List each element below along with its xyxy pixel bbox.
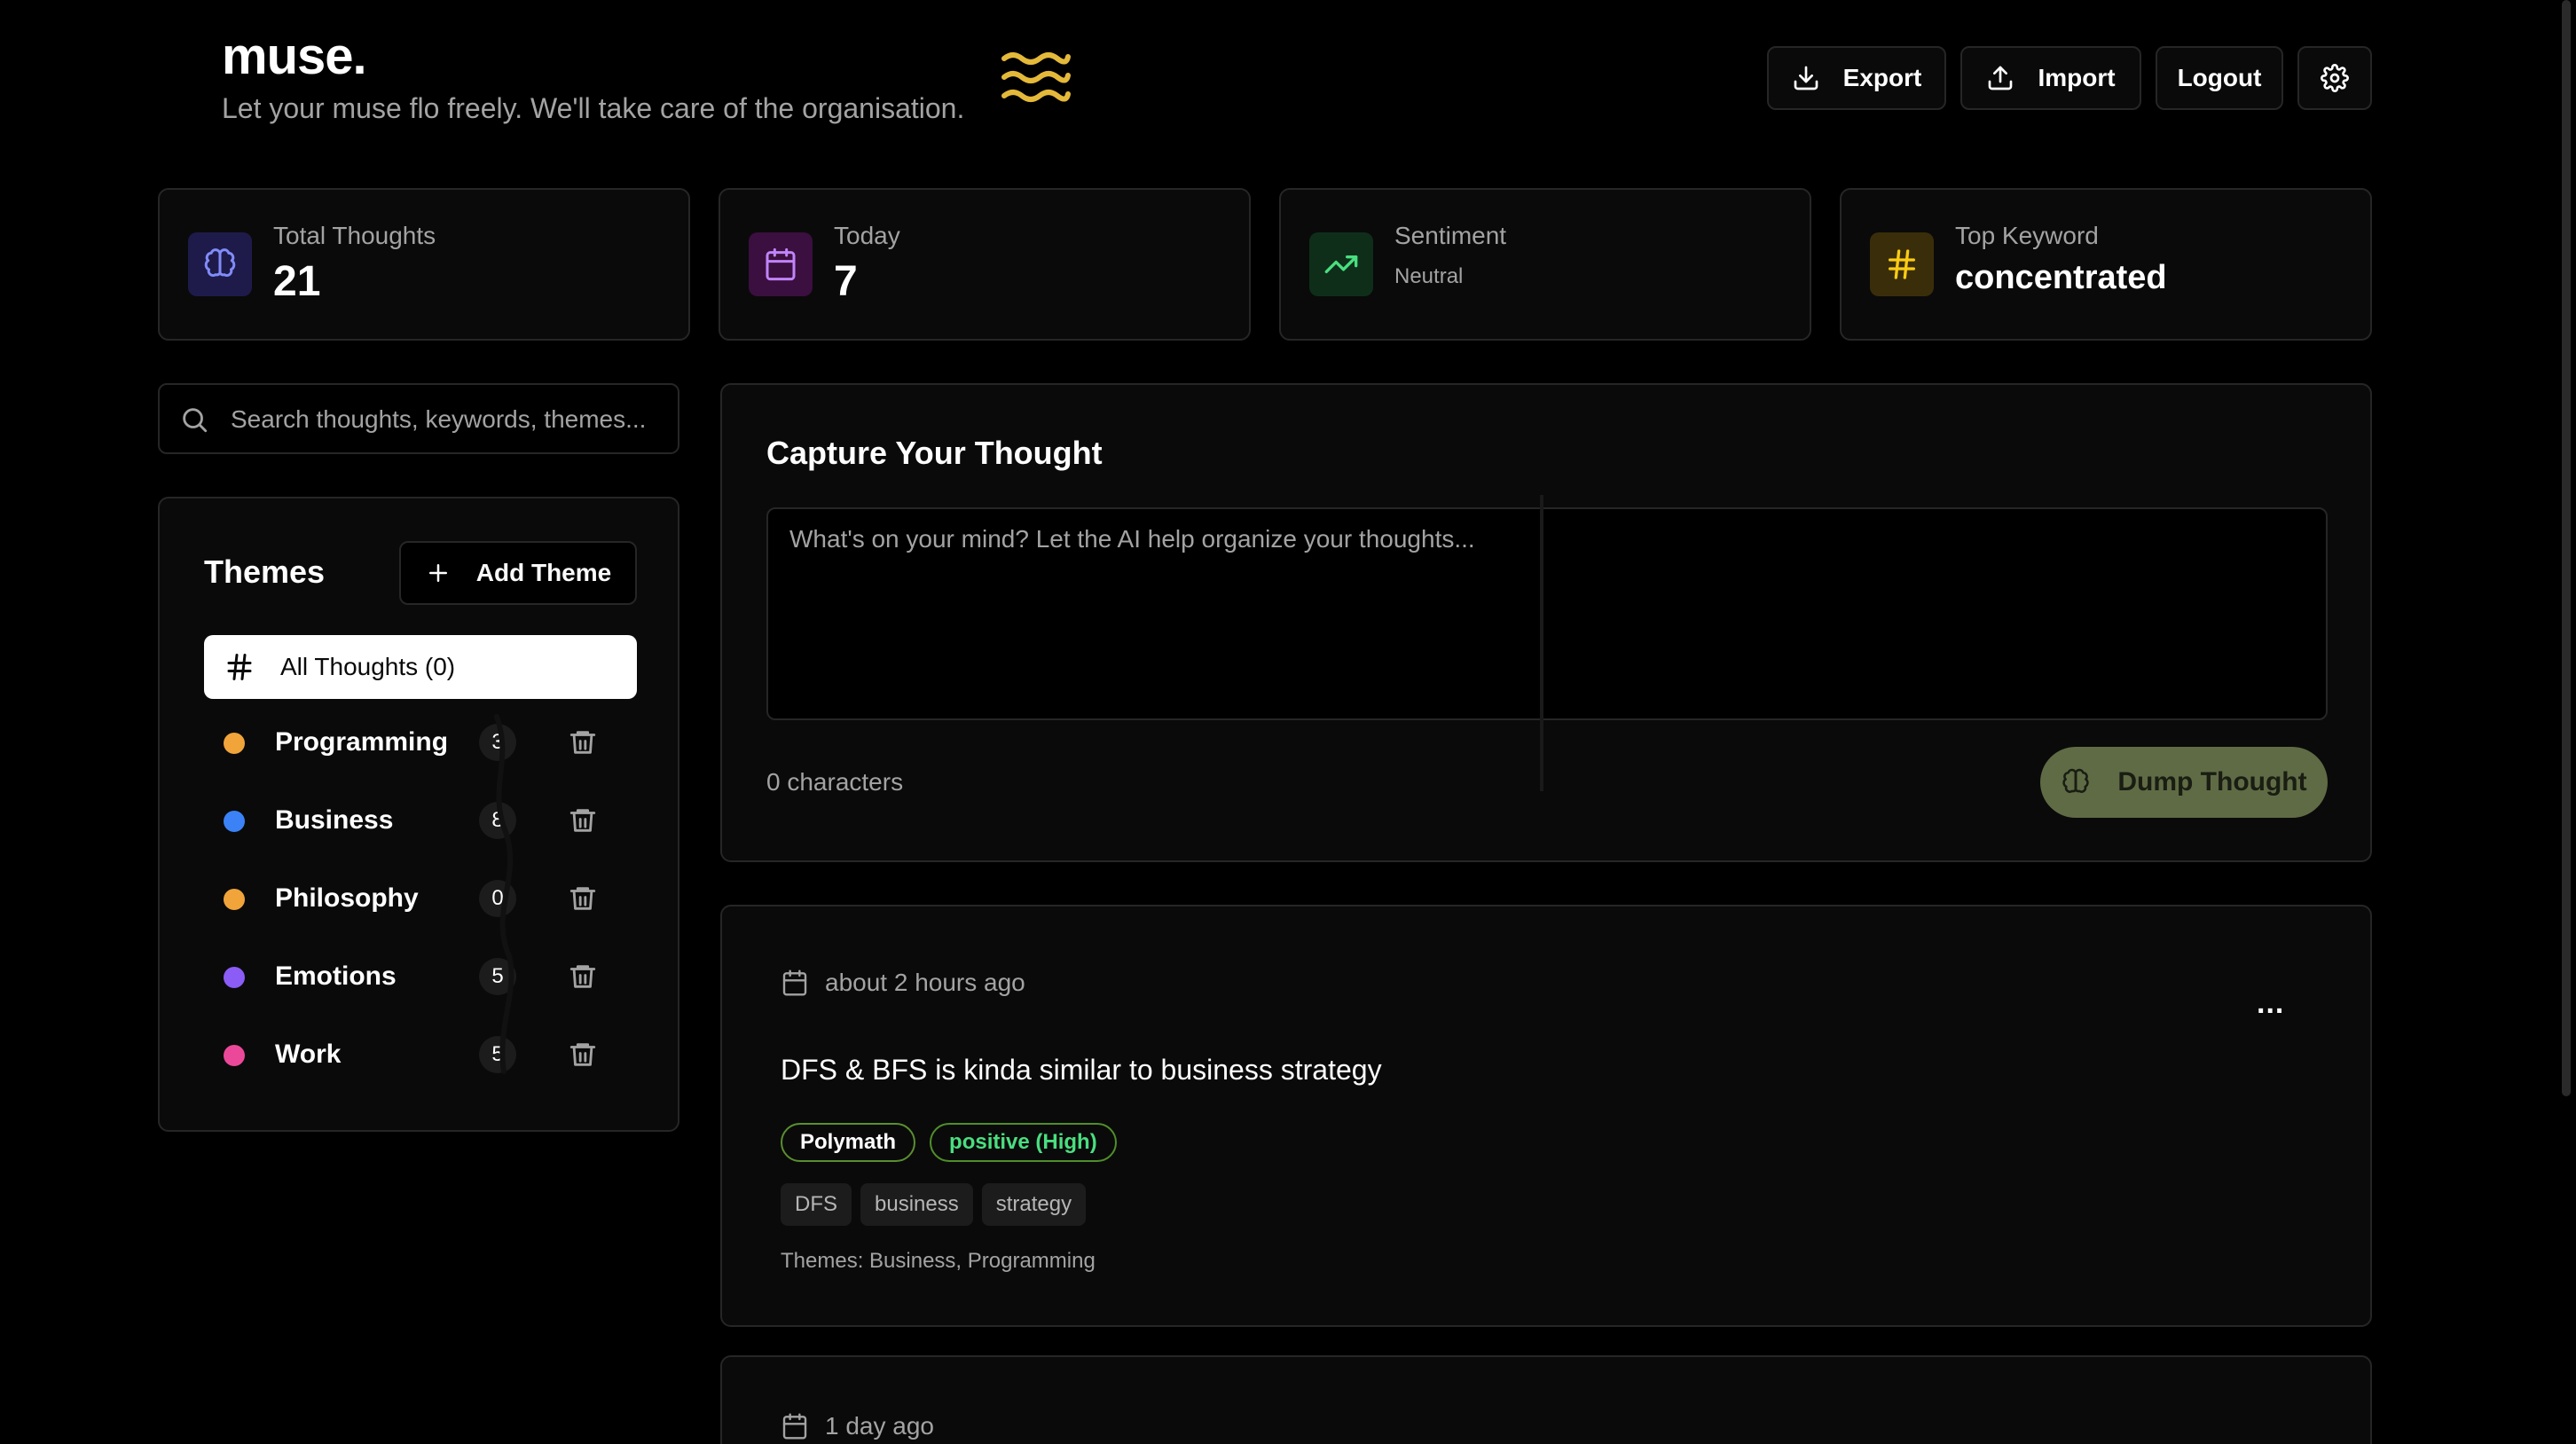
search-box <box>158 383 679 454</box>
export-button[interactable]: Export <box>1767 46 1946 110</box>
download-icon <box>1794 66 1818 90</box>
wave-logo-icon <box>1001 52 1071 102</box>
themes-panel: Themes Add Theme All Thoughts (0) Progra… <box>158 497 679 1132</box>
theme-name: Business <box>275 805 394 835</box>
add-theme-label: Add Theme <box>475 559 612 586</box>
more-options-button[interactable]: ... <box>2257 986 2284 1021</box>
stat-label: Sentiment <box>1394 222 1507 249</box>
brain-icon <box>2062 768 2090 793</box>
stat-value: Neutral <box>1394 264 1464 288</box>
search-icon <box>183 408 208 433</box>
all-thoughts-label: All Thoughts (0) <box>280 653 456 680</box>
trending-up-icon <box>1309 232 1373 296</box>
keyword-tag: business <box>860 1183 973 1226</box>
logout-button[interactable]: Logout <box>2156 46 2283 110</box>
import-button[interactable]: Import <box>1960 46 2141 110</box>
scribble-mark <box>494 714 514 1074</box>
capture-title: Capture Your Thought <box>766 435 1103 471</box>
theme-item-work[interactable]: Work 5 <box>204 1024 637 1087</box>
theme-name: Emotions <box>275 961 397 991</box>
hash-icon <box>227 654 252 680</box>
theme-item-programming[interactable]: Programming 3 <box>204 711 637 775</box>
brain-icon <box>188 232 252 296</box>
search-input[interactable] <box>231 401 648 438</box>
stat-label: Total Thoughts <box>273 222 436 249</box>
stat-sentiment: Sentiment Neutral <box>1279 188 1811 341</box>
stat-today: Today 7 <box>719 188 1251 341</box>
theme-name: Philosophy <box>275 883 419 913</box>
theme-color-dot <box>224 733 245 754</box>
stat-label: Top Keyword <box>1955 222 2099 249</box>
thought-text: DFS & BFS is kinda similar to business s… <box>781 1054 1382 1086</box>
thought-date: about 2 hours ago <box>781 969 1025 997</box>
theme-item-business[interactable]: Business 8 <box>204 789 637 853</box>
stat-label: Today <box>834 222 900 249</box>
calendar-icon <box>782 969 807 996</box>
dump-thought-button[interactable]: Dump Thought <box>2040 747 2328 818</box>
themes-title: Themes <box>204 553 326 590</box>
thought-date: 1 day ago <box>781 1412 934 1440</box>
calendar-icon <box>749 232 813 296</box>
stat-value: 7 <box>834 258 858 305</box>
import-label: Import <box>2038 64 2116 91</box>
sentiment-badge: positive (High) <box>930 1123 1117 1162</box>
stat-total-thoughts: Total Thoughts 21 <box>158 188 690 341</box>
thought-badges: Polymath positive (High) <box>781 1123 1117 1162</box>
thought-textarea[interactable] <box>766 507 2328 720</box>
trash-icon[interactable] <box>568 1040 598 1070</box>
category-badge: Polymath <box>781 1123 916 1162</box>
theme-color-dot <box>224 889 245 910</box>
thought-card: about 2 hours ago ... DFS & BFS is kinda… <box>720 905 2372 1327</box>
trash-icon[interactable] <box>568 961 598 992</box>
theme-item-all-thoughts[interactable]: All Thoughts (0) <box>204 635 637 699</box>
thought-themes: Themes: Business, Programming <box>781 1249 1096 1273</box>
page-scrollbar[interactable] <box>2562 0 2571 1096</box>
character-count: 0 characters <box>766 768 904 796</box>
trash-icon[interactable] <box>568 727 598 757</box>
theme-item-emotions[interactable]: Emotions 5 <box>204 946 637 1009</box>
export-label: Export <box>1842 64 1922 91</box>
keyword-tag: DFS <box>781 1183 852 1226</box>
stat-value: 21 <box>273 258 321 305</box>
thought-date-text: about 2 hours ago <box>825 969 1025 996</box>
settings-button[interactable] <box>2297 46 2372 110</box>
stat-top-keyword: Top Keyword concentrated <box>1840 188 2372 341</box>
app-tagline: Let your muse flo freely. We'll take car… <box>222 92 965 124</box>
more-options-button[interactable]: ... <box>2257 1432 2284 1444</box>
add-theme-button[interactable]: Add Theme <box>399 541 637 605</box>
thought-card: 1 day ago ... <box>720 1355 2372 1444</box>
theme-color-dot <box>224 1045 245 1066</box>
theme-color-dot <box>224 967 245 988</box>
thought-date-text: 1 day ago <box>825 1412 934 1440</box>
theme-color-dot <box>224 811 245 832</box>
theme-item-philosophy[interactable]: Philosophy 0 <box>204 867 637 931</box>
trash-icon[interactable] <box>568 883 598 914</box>
keyword-list: DFS business strategy <box>781 1183 1087 1226</box>
app-logo-title: muse. <box>222 27 367 85</box>
cursor-line <box>1540 495 1543 791</box>
capture-panel: Capture Your Thought 0 characters Dump T… <box>720 383 2372 862</box>
trash-icon[interactable] <box>568 805 598 836</box>
dump-thought-label: Dump Thought <box>2117 767 2307 797</box>
calendar-icon <box>782 1413 807 1440</box>
plus-icon <box>428 564 447 582</box>
logout-label: Logout <box>2177 64 2262 91</box>
stat-value: concentrated <box>1955 259 2167 296</box>
theme-name: Work <box>275 1040 342 1069</box>
gear-icon <box>2321 64 2349 92</box>
upload-icon <box>1989 66 2013 90</box>
hash-icon <box>1870 232 1934 296</box>
theme-name: Programming <box>275 727 449 757</box>
keyword-tag: strategy <box>981 1183 1087 1226</box>
